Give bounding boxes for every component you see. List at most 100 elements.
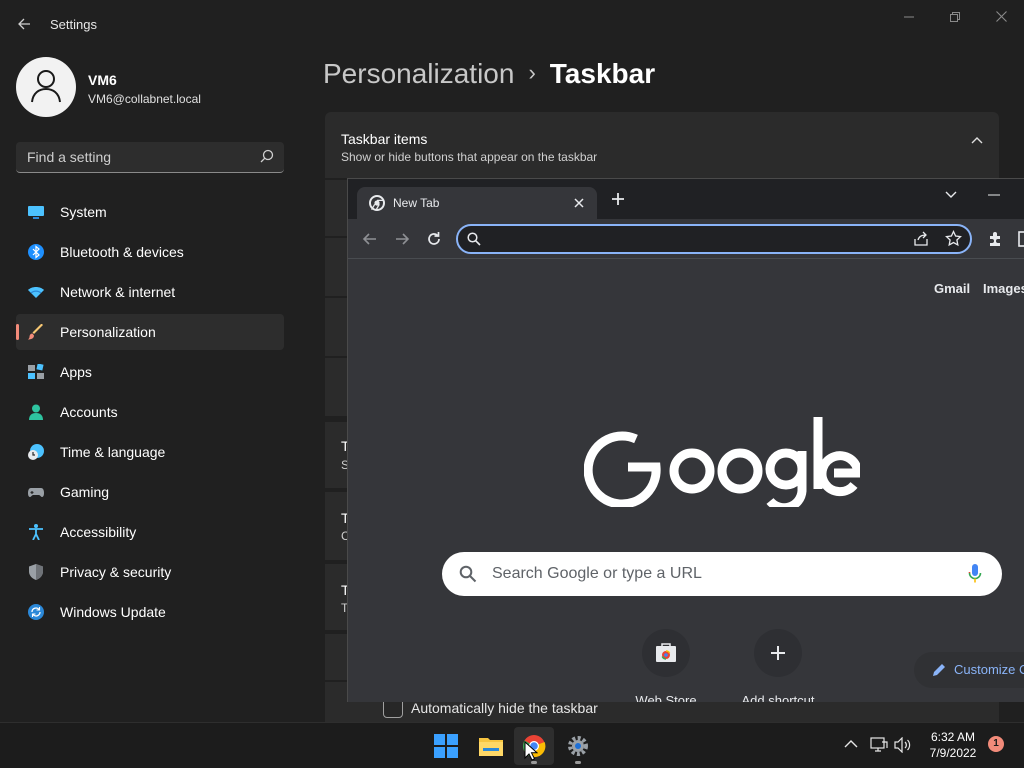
apps-icon (28, 364, 44, 379)
gmail-link[interactable]: Gmail (934, 281, 970, 296)
address-input[interactable] (488, 230, 908, 248)
breadcrumb-parent[interactable]: Personalization (323, 58, 514, 89)
settings-taskbar-button[interactable] (558, 727, 598, 765)
user-email: VM6@collabnet.local (88, 92, 201, 106)
sidebar-item-time-language[interactable]: Time & language (16, 434, 284, 470)
sidebar-item-label: Time & language (60, 444, 166, 460)
sidebar-item-privacy-security[interactable]: Privacy & security (16, 554, 284, 590)
windows-logo-icon (434, 734, 458, 758)
web-store-icon (656, 643, 676, 662)
restore-button[interactable] (933, 6, 977, 30)
settings-row[interactable] (325, 180, 349, 236)
clock-globe-icon (28, 444, 44, 460)
sidebar-item-accounts[interactable]: Accounts (16, 394, 284, 430)
sidebar-item-personalization[interactable]: Personalization (16, 314, 284, 350)
update-icon (28, 604, 44, 620)
volume-icon[interactable] (894, 737, 912, 753)
share-icon[interactable] (913, 231, 929, 247)
settings-row[interactable]: T T (325, 564, 350, 630)
search-icon (467, 232, 481, 246)
gamepad-icon (28, 488, 44, 497)
sidebar-item-label: Accounts (60, 404, 118, 420)
notification-badge[interactable]: 1 (988, 736, 1004, 752)
images-link[interactable]: Images (983, 281, 1024, 296)
customize-chrome-button[interactable]: Customize C (914, 652, 1024, 688)
settings-row[interactable] (325, 358, 349, 416)
mouse-cursor-icon (524, 741, 538, 761)
chevron-up-icon[interactable] (971, 136, 983, 144)
sidebar-item-label: Bluetooth & devices (60, 244, 184, 260)
pencil-icon (933, 664, 945, 676)
file-explorer-button[interactable] (470, 727, 510, 765)
back-button[interactable] (12, 12, 36, 36)
sidebar-item-windows-update[interactable]: Windows Update (16, 594, 284, 630)
shortcut-icon-bg (754, 629, 802, 677)
shield-icon (29, 564, 43, 580)
sidebar-item-system[interactable]: System (16, 194, 284, 230)
sidebar-item-label: Privacy & security (60, 564, 172, 580)
shortcut-add[interactable]: Add shortcut (722, 629, 834, 702)
settings-row[interactable]: T C (325, 492, 350, 560)
google-search-box[interactable] (442, 552, 1002, 596)
taskbar-items-card[interactable]: Taskbar items Show or hide buttons that … (325, 112, 999, 178)
clock-time: 6:32 AM (930, 730, 976, 744)
sidebar-item-apps[interactable]: Apps (16, 354, 284, 390)
star-icon[interactable] (945, 230, 962, 247)
start-button[interactable] (426, 727, 466, 765)
settings-row[interactable] (325, 634, 349, 680)
chrome-icon (369, 195, 385, 211)
close-icon (995, 11, 1007, 22)
search-icon[interactable] (260, 149, 274, 163)
settings-row[interactable]: T S (325, 422, 350, 488)
minimize-icon[interactable] (988, 189, 1000, 201)
settings-row[interactable] (325, 298, 349, 356)
sidebar-icon[interactable] (1016, 229, 1024, 249)
search-icon (459, 565, 477, 583)
running-indicator (575, 761, 581, 764)
minimize-button[interactable] (887, 6, 931, 30)
system-clock[interactable]: 6:32 AM 7/9/2022 (922, 729, 984, 761)
plus-icon (771, 646, 785, 660)
clock-date: 7/9/2022 (929, 746, 977, 760)
restore-icon (950, 12, 960, 22)
tab-new-tab[interactable]: New Tab (357, 187, 597, 219)
settings-row[interactable] (325, 238, 349, 296)
shortcut-label: Add shortcut (741, 693, 815, 702)
microphone-icon[interactable] (968, 563, 982, 585)
close-icon[interactable] (571, 195, 587, 211)
wifi-icon (28, 287, 44, 298)
sidebar-item-bluetooth[interactable]: Bluetooth & devices (16, 234, 284, 270)
folder-icon (479, 738, 503, 756)
close-button[interactable] (979, 6, 1023, 30)
google-search-input[interactable] (492, 563, 932, 585)
shortcut-web-store[interactable]: Web Store (610, 629, 722, 702)
network-icon[interactable] (870, 737, 888, 753)
sidebar-nav: System Bluetooth & devices Network & int… (16, 194, 284, 634)
gear-icon (568, 736, 588, 756)
sidebar-item-label: Accessibility (60, 524, 137, 540)
sidebar-item-accessibility[interactable]: Accessibility (16, 514, 284, 550)
find-setting-input[interactable] (16, 142, 252, 172)
sidebar-item-network[interactable]: Network & internet (16, 274, 284, 310)
forward-arrow-icon[interactable] (392, 229, 412, 249)
find-setting-box (16, 142, 284, 173)
tab-title: New Tab (393, 196, 440, 210)
omnibox[interactable] (456, 224, 972, 254)
chrome-toolbar (348, 219, 1024, 259)
monitor-icon (28, 206, 44, 219)
chrome-window: New Tab Gmail Images Search Google or ty… (347, 178, 1024, 702)
card-subtitle: Show or hide buttons that appear on the … (341, 150, 598, 164)
sidebar-item-label: Apps (60, 364, 92, 380)
plus-icon[interactable] (610, 191, 626, 207)
reload-icon[interactable] (424, 229, 444, 249)
person-icon (29, 404, 43, 420)
page-title: Taskbar (549, 58, 656, 89)
bluetooth-icon (28, 244, 44, 260)
extensions-icon[interactable] (986, 229, 1006, 249)
chevron-up-icon[interactable] (844, 739, 858, 749)
back-arrow-icon[interactable] (360, 229, 380, 249)
accessibility-icon (29, 524, 43, 540)
google-logo (584, 417, 860, 507)
chevron-down-icon[interactable] (944, 187, 958, 201)
sidebar-item-gaming[interactable]: Gaming (16, 474, 284, 510)
